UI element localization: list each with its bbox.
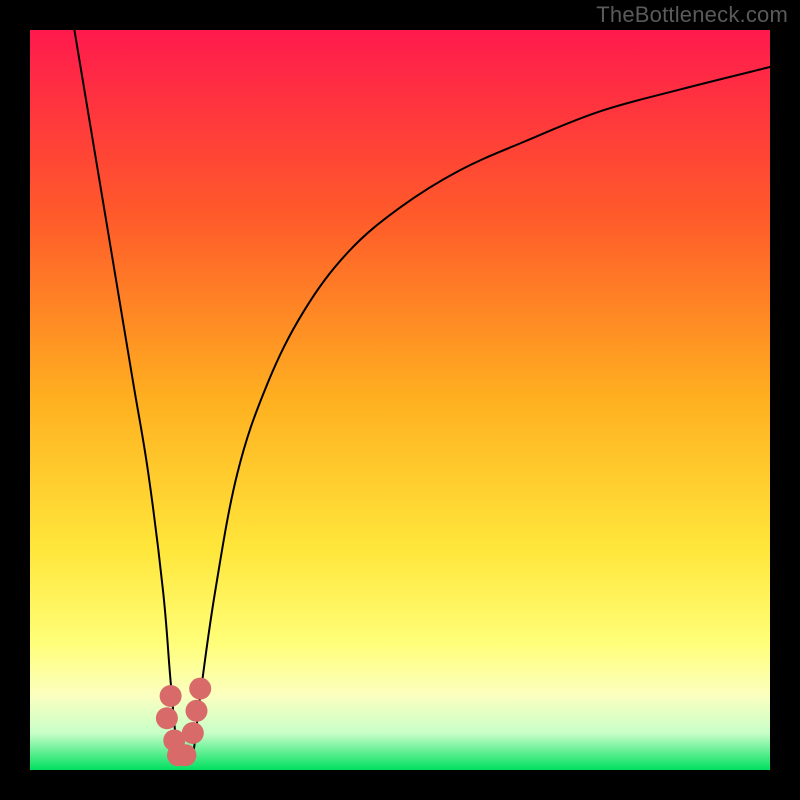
marker-dot: [174, 744, 196, 766]
chart-svg: [30, 30, 770, 770]
watermark-text: TheBottleneck.com: [596, 2, 788, 28]
chart-plot-area: [30, 30, 770, 770]
marker-dot: [160, 685, 182, 707]
chart-frame: TheBottleneck.com: [0, 0, 800, 800]
chart-background: [30, 30, 770, 770]
marker-dot: [182, 722, 204, 744]
marker-dot: [156, 707, 178, 729]
marker-dot: [186, 700, 208, 722]
marker-dot: [189, 678, 211, 700]
